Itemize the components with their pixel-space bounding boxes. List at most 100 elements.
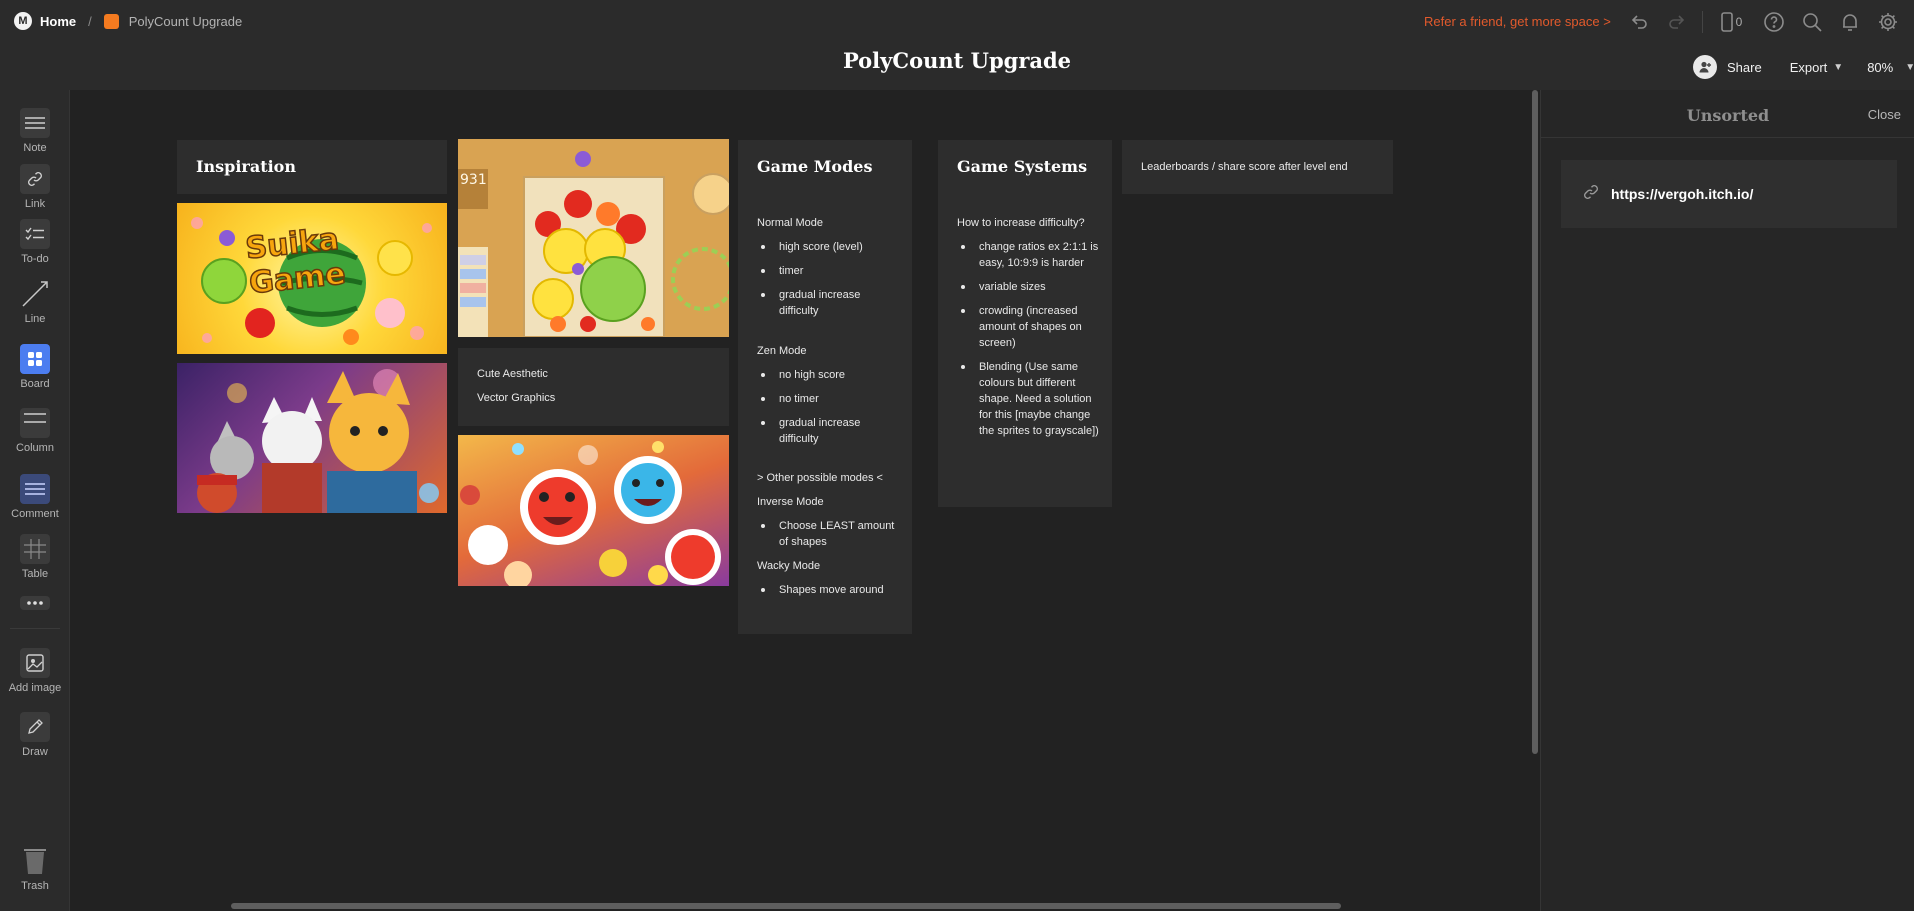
line-icon	[20, 279, 50, 309]
export-button[interactable]: Export ▼	[1790, 60, 1843, 75]
export-label: Export	[1789, 59, 1828, 75]
list-item: no high score	[757, 367, 897, 383]
tool-column[interactable]: Column	[0, 408, 70, 454]
top-bar: M Home / PolyCount Upgrade PolyCount Upg…	[0, 0, 1914, 90]
unsorted-panel-header: Unsorted Close	[1541, 90, 1914, 138]
column-icon	[20, 408, 50, 438]
tool-line-label: Line	[24, 313, 46, 325]
divider	[1702, 11, 1703, 33]
trash-button[interactable]: Trash	[0, 846, 70, 892]
refer-friend-link[interactable]: Refer a friend, get more space >	[1424, 14, 1611, 29]
suika-game-image[interactable]: Suika Game	[177, 203, 447, 354]
inspiration-title: Inspiration	[196, 157, 296, 176]
redo-icon[interactable]	[1664, 10, 1690, 34]
bell-icon[interactable]	[1837, 10, 1863, 34]
add-user-icon	[1693, 55, 1717, 79]
difficulty-question: How to increase difficulty?	[957, 217, 1085, 229]
link-icon	[1583, 184, 1599, 205]
zen-mode-list: no high score no timer gradual increase …	[757, 367, 897, 447]
tool-link-label: Link	[24, 198, 46, 210]
help-icon[interactable]	[1761, 10, 1787, 34]
taiko-artwork-image[interactable]	[458, 435, 729, 586]
link-url[interactable]: https://vergoh.itch.io/	[1611, 186, 1753, 202]
device-count: 0	[1735, 15, 1743, 29]
tool-column-label: Column	[16, 442, 54, 454]
inverse-mode-heading: Inverse Mode	[757, 496, 824, 508]
normal-mode-heading: Normal Mode	[757, 217, 824, 229]
other-modes-heading: > Other possible modes <	[757, 472, 883, 484]
link-card[interactable]: https://vergoh.itch.io/	[1561, 160, 1897, 228]
checklist-icon	[20, 219, 50, 249]
tool-note[interactable]: Note	[0, 108, 70, 154]
tool-line[interactable]: Line	[0, 279, 70, 325]
suika-gameplay-image[interactable]: 931	[458, 139, 729, 337]
undo-icon[interactable]	[1626, 10, 1652, 34]
comment-icon	[20, 474, 50, 504]
normal-mode-list: high score (level) timer gradual increas…	[757, 239, 897, 319]
board-color-icon	[103, 13, 119, 29]
leaderboard-note-card[interactable]: Leaderboards / share score after level e…	[1122, 140, 1393, 194]
tool-link[interactable]: Link	[0, 164, 70, 210]
tool-table[interactable]: Table	[0, 534, 70, 580]
wacky-mode-heading: Wacky Mode	[757, 560, 821, 572]
search-icon[interactable]	[1799, 10, 1825, 34]
list-item: Choose LEAST amount of shapes	[757, 518, 897, 550]
board-canvas[interactable]: Inspiration Suika Game 931 Cute Aestheti…	[71, 90, 1539, 911]
cats-artwork-image[interactable]	[177, 363, 447, 513]
aesthetic-line-1: Cute Aesthetic	[477, 368, 548, 380]
list-item: gradual increase difficulty	[757, 415, 897, 447]
game-systems-card[interactable]: Game Systems How to increase difficulty?…	[938, 140, 1112, 507]
tool-todo-label: To-do	[21, 253, 49, 265]
link-icon	[20, 164, 50, 194]
game-modes-card[interactable]: Game Modes Normal Mode high score (level…	[738, 140, 912, 634]
inspiration-header-card[interactable]: Inspiration	[177, 140, 447, 194]
breadcrumb-board[interactable]: PolyCount Upgrade	[129, 14, 242, 29]
vertical-scrollbar[interactable]	[1532, 90, 1538, 754]
unsorted-panel: Unsorted Close https://vergoh.itch.io/	[1540, 90, 1914, 911]
pencil-icon	[20, 712, 50, 742]
breadcrumb: M Home / PolyCount Upgrade	[14, 12, 242, 30]
tool-todo[interactable]: To-do	[0, 219, 70, 265]
top-icons: 0	[1626, 10, 1913, 34]
svg-text:931: 931	[460, 172, 487, 188]
share-button[interactable]: Share	[1693, 55, 1762, 79]
app-logo-icon[interactable]: M	[14, 12, 32, 30]
aesthetic-line-2: Vector Graphics	[477, 392, 556, 404]
zoom-value: 80%	[1867, 59, 1894, 75]
close-panel-button[interactable]: Close	[1868, 107, 1901, 122]
header-actions: Share Export ▼ 80% ▼	[1693, 55, 1914, 79]
tool-note-label: Note	[23, 142, 47, 154]
difficulty-list: change ratios ex 2:1:1 is easy, 10:9:9 i…	[957, 239, 1099, 439]
unsorted-title: Unsorted	[1686, 106, 1770, 125]
aesthetic-note-card[interactable]: Cute Aesthetic Vector Graphics	[458, 348, 729, 426]
game-systems-body: How to increase difficulty? change ratio…	[957, 215, 1099, 439]
table-icon	[20, 534, 50, 564]
gear-icon[interactable]	[1875, 10, 1901, 34]
game-modes-body: Normal Mode high score (level) timer gra…	[757, 215, 897, 598]
list-item: Shapes move around	[757, 582, 897, 598]
tool-board[interactable]: Board	[0, 344, 70, 390]
horizontal-scrollbar[interactable]	[231, 903, 1341, 909]
tool-add-image-label: Add image	[8, 682, 62, 694]
tool-draw[interactable]: Draw	[0, 712, 70, 758]
more-icon	[20, 596, 50, 610]
breadcrumb-home[interactable]: Home	[40, 14, 76, 29]
list-item: high score (level)	[757, 239, 897, 255]
trash-icon	[20, 846, 50, 876]
chevron-down-icon: ▼	[1833, 61, 1844, 73]
note-icon	[20, 108, 50, 138]
left-toolbar: Note Link To-do Line Board Column Commen…	[0, 90, 70, 911]
tool-board-label: Board	[20, 378, 50, 390]
zoom-select[interactable]: 80% ▼	[1867, 60, 1914, 75]
inverse-mode-list: Choose LEAST amount of shapes	[757, 518, 897, 550]
tool-comment[interactable]: Comment	[0, 474, 70, 520]
list-item: timer	[757, 263, 897, 279]
page-title[interactable]: PolyCount Upgrade	[0, 48, 1914, 73]
tool-trash-label: Trash	[21, 880, 49, 892]
tool-add-image[interactable]: Add image	[0, 648, 70, 694]
more-tools-button[interactable]	[0, 596, 70, 614]
breadcrumb-separator: /	[88, 13, 92, 29]
device-icon[interactable]: 0	[1713, 10, 1749, 34]
leaderboard-note-text: Leaderboards / share score after level e…	[1141, 161, 1348, 173]
list-item: variable sizes	[957, 279, 1099, 295]
